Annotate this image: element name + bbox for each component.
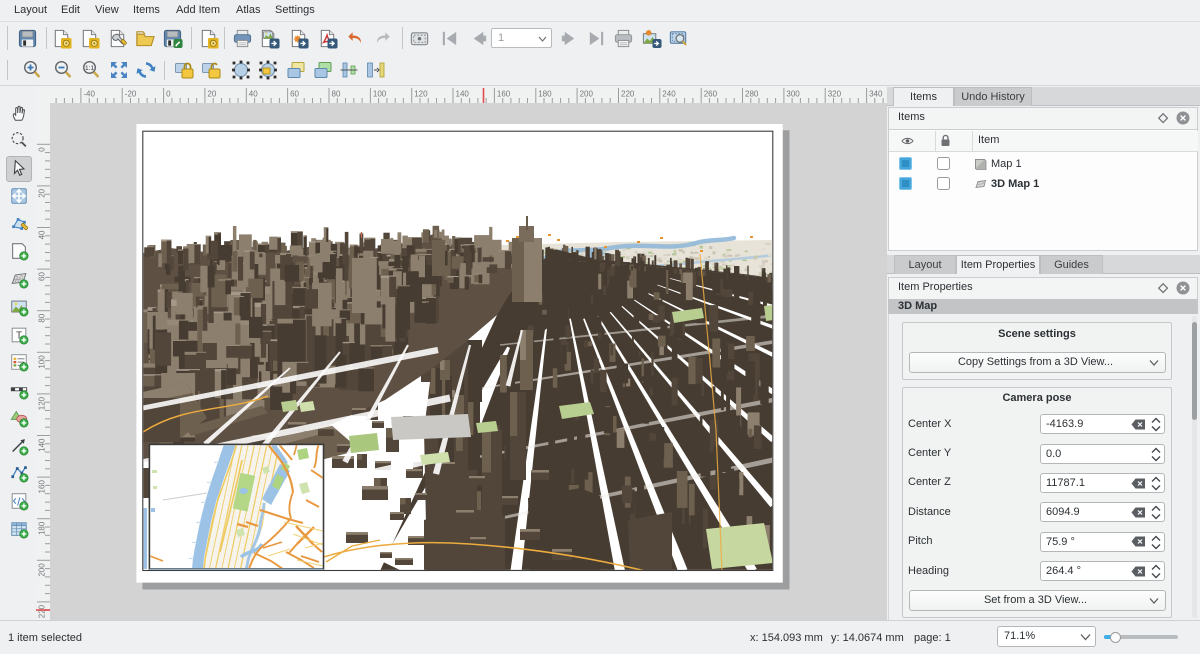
- svg-text:160: 160: [497, 90, 511, 99]
- svg-text:260: 260: [704, 90, 718, 99]
- svg-text:140: 140: [456, 90, 470, 99]
- svg-text:200: 200: [38, 563, 47, 577]
- svg-text:80: 80: [38, 313, 47, 322]
- svg-text:100: 100: [38, 355, 47, 369]
- svg-text:160: 160: [38, 480, 47, 494]
- svg-text:120: 120: [414, 90, 428, 99]
- svg-text:1:1: 1:1: [85, 65, 94, 72]
- svg-text:100: 100: [373, 90, 387, 99]
- svg-text:120: 120: [38, 396, 47, 410]
- svg-text:-20: -20: [125, 90, 137, 99]
- svg-text:140: 140: [38, 438, 47, 452]
- svg-text:80: 80: [332, 90, 341, 99]
- svg-text:280: 280: [745, 90, 759, 99]
- svg-text:20: 20: [38, 188, 47, 197]
- svg-text:300: 300: [786, 90, 800, 99]
- svg-text:320: 320: [828, 90, 842, 99]
- svg-text:40: 40: [38, 230, 47, 239]
- svg-text:0: 0: [38, 147, 47, 152]
- svg-text:0: 0: [166, 90, 171, 99]
- svg-text:220: 220: [621, 90, 635, 99]
- svg-text:40: 40: [249, 90, 258, 99]
- svg-text:240: 240: [662, 90, 676, 99]
- svg-text:180: 180: [38, 521, 47, 535]
- svg-text:60: 60: [38, 272, 47, 281]
- svg-text:20: 20: [207, 90, 216, 99]
- svg-text:200: 200: [580, 90, 594, 99]
- svg-text:220: 220: [38, 604, 47, 618]
- svg-text:60: 60: [290, 90, 299, 99]
- svg-text:180: 180: [538, 90, 552, 99]
- svg-text:-40: -40: [83, 90, 95, 99]
- svg-text:340: 340: [869, 90, 883, 99]
